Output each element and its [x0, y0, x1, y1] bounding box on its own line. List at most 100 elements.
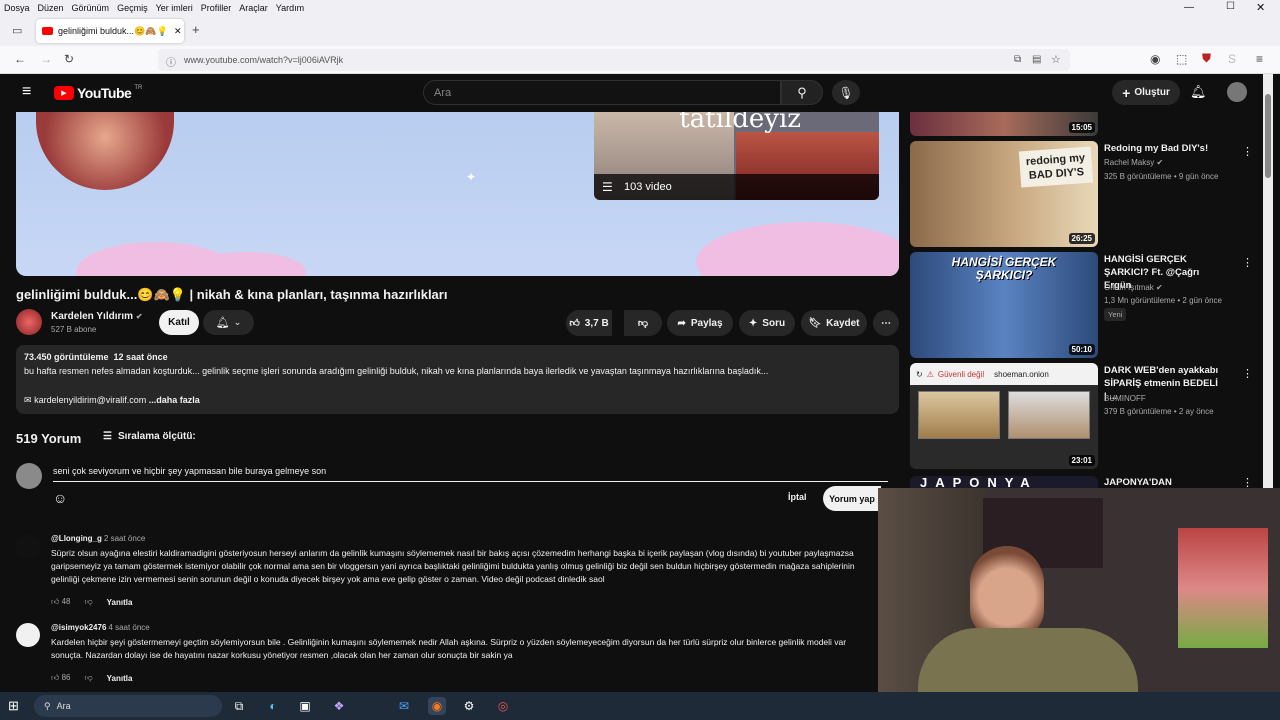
emoji-icon[interactable]: ☺ — [53, 490, 69, 506]
menu-gecmis[interactable]: Geçmiş — [113, 3, 152, 13]
close-tab-icon[interactable]: ✕ — [174, 26, 182, 37]
channel-avatar[interactable] — [16, 309, 42, 335]
close-window-button[interactable]: ✕ — [1252, 1, 1269, 14]
extensions-icon[interactable]: ⬚ — [1176, 52, 1187, 66]
recommended-video[interactable]: redoing my BAD DIY'S 26:25 Redoing my Ba… — [910, 141, 1260, 247]
comment-time[interactable]: 2 saat önce — [104, 534, 145, 543]
channel-name[interactable]: Kardelen Yıldırım ✔ — [51, 311, 143, 322]
bookmark-star-icon[interactable]: ☆ — [1051, 53, 1061, 66]
notifications-bell-icon[interactable]: 🔔︎ — [1190, 84, 1207, 100]
description-email-line: ✉ kardelenyildirim@viralif.com ...daha f… — [24, 395, 200, 406]
video-thumbnail[interactable]: ↻ ⚠ Güvenli değil shoeman.onion 23:01 — [910, 363, 1098, 469]
comment-author[interactable]: @Llonging_g — [51, 534, 102, 543]
video-thumbnail[interactable]: 15:05 — [910, 112, 1098, 136]
taskbar-search[interactable]: ⚲ Ara — [34, 695, 222, 717]
more-vert-icon[interactable]: ⋮ — [1242, 256, 1253, 269]
maximize-button[interactable]: ☐ — [1222, 1, 1239, 12]
save-button[interactable]: 🔖︎ Kaydet — [801, 310, 867, 336]
more-actions-button[interactable]: ⋯ — [873, 310, 899, 336]
tab-active[interactable]: gelinliğimi bulduk...😊🙈💡 | nik ✕ — [36, 19, 184, 43]
extension-s-icon[interactable]: S — [1228, 52, 1236, 66]
comment-avatar[interactable] — [16, 623, 40, 647]
youtube-logo[interactable]: ▶ YouTube TR — [54, 85, 142, 101]
comment-like-button[interactable]: 👍︎ 48 — [51, 597, 71, 607]
share-button[interactable]: ➦ Paylaş — [667, 310, 733, 336]
scrollbar-thumb[interactable] — [1265, 94, 1271, 178]
settings-gear-icon[interactable]: ⚙ — [460, 697, 478, 715]
obs-icon[interactable]: ◎ — [494, 697, 512, 715]
description-box[interactable]: 73.450 görüntüleme 12 saat önce bu hafta… — [16, 345, 899, 414]
recommended-title[interactable]: Redoing my Bad DIY's! — [1104, 142, 1222, 155]
mail-app-icon[interactable]: ✉ — [395, 697, 413, 715]
task-view-icon[interactable]: ⧉ — [230, 697, 248, 715]
create-button[interactable]: + Oluştur — [1112, 80, 1180, 105]
video-thumbnail[interactable]: HANGİSİ GERÇEK ŞARKICI? 50:10 — [910, 252, 1098, 358]
site-info-icon[interactable]: ⓘ — [166, 54, 176, 69]
comment-time[interactable]: 4 saat önce — [108, 623, 149, 632]
menu-gorunum[interactable]: Görünüm — [68, 3, 114, 13]
edge-icon[interactable]: ◐ — [264, 697, 282, 715]
youtube-favicon-icon — [42, 27, 53, 35]
video-thumbnail[interactable]: redoing my BAD DIY'S 26:25 — [910, 141, 1098, 247]
cancel-comment-button[interactable]: İptal — [788, 492, 807, 502]
new-tab-button[interactable]: + — [192, 22, 200, 37]
ublock-icon[interactable]: ⛊ — [1202, 51, 1211, 66]
reader-icon[interactable]: ▤ — [1032, 54, 1041, 65]
hamburger-menu-icon[interactable]: ≡ — [22, 83, 31, 101]
recommended-channel[interactable]: BUMINOFF — [1104, 394, 1146, 403]
sort-button[interactable]: ☰ Sıralama ölçütü: — [103, 431, 196, 442]
more-vert-icon[interactable]: ⋮ — [1242, 367, 1253, 380]
search-button[interactable]: ⚲ — [781, 80, 823, 105]
comment-like-button[interactable]: 👍︎ 86 — [51, 673, 71, 683]
voice-search-button[interactable]: 🎙 — [832, 80, 860, 105]
ask-button[interactable]: ✦ Soru — [739, 310, 795, 336]
end-card-playlist[interactable]: tatildeyiz ☰ 103 video — [594, 112, 879, 200]
recommended-meta: 1,3 Mn görüntüleme • 2 gün önce — [1104, 296, 1222, 305]
submit-comment-button[interactable]: Yorum yap — [823, 486, 881, 511]
picture-in-picture-icon[interactable]: ⧉ — [1014, 54, 1021, 65]
windows-start-icon[interactable]: ⊞ — [8, 698, 19, 714]
show-more-link[interactable]: ...daha fazla — [149, 395, 200, 405]
subscription-bell-button[interactable]: 🔔︎ ⌄ — [203, 310, 254, 335]
comment-author[interactable]: @isimyok2476 — [51, 623, 106, 632]
recommended-channel[interactable]: Rachel Maksy ✔ — [1104, 158, 1163, 167]
more-vert-icon[interactable]: ⋮ — [1242, 145, 1253, 158]
menu-yer-imleri[interactable]: Yer imleri — [152, 3, 197, 13]
forward-icon[interactable]: → — [40, 52, 52, 66]
dislike-button[interactable]: 👎︎ — [624, 310, 662, 336]
recommended-channel[interactable]: Orkun Işıtmak ✔ — [1104, 283, 1163, 292]
comment-avatar[interactable] — [16, 534, 40, 558]
reload-icon[interactable]: ↻ — [64, 52, 74, 66]
more-horizontal-icon: ⋯ — [881, 317, 891, 329]
reply-button[interactable]: Yanıtla — [107, 598, 133, 607]
recommended-video[interactable]: 15:05 — [910, 112, 1260, 138]
new-badge: Yeni — [1104, 308, 1127, 321]
comment-dislike-button[interactable]: 👎︎ — [85, 597, 93, 607]
thumbnail-caption: HANGİSİ GERÇEK ŞARKICI? — [951, 255, 1057, 282]
menu-araclar[interactable]: Araçlar — [235, 3, 272, 13]
recommended-video[interactable]: ↻ ⚠ Güvenli değil shoeman.onion 23:01 DA… — [910, 363, 1260, 469]
user-avatar[interactable] — [1227, 82, 1247, 102]
like-button[interactable]: 👍︎ 3,7 B — [566, 310, 612, 336]
join-button[interactable]: Katıl — [159, 310, 199, 335]
account-icon[interactable]: ◉ — [1150, 52, 1160, 66]
app-menu-icon[interactable]: ≡ — [1256, 52, 1263, 66]
copilot-icon[interactable]: ❖ — [330, 697, 348, 715]
wall-poster — [1178, 528, 1268, 648]
comment-input[interactable]: seni çok seviyorum ve hiçbir şey yapmasa… — [53, 466, 888, 482]
comment-dislike-button[interactable]: 👎︎ — [85, 673, 93, 683]
menu-duzen[interactable]: Düzen — [34, 3, 68, 13]
store-icon[interactable]: ▣ — [296, 697, 314, 715]
comment-actions: 👍︎ 86 👎︎ Yanıtla — [51, 673, 132, 683]
address-bar[interactable]: ⓘ www.youtube.com/watch?v=lj006iAVRjk ⧉ … — [158, 49, 1070, 71]
menu-profiller[interactable]: Profiller — [197, 3, 236, 13]
reply-button[interactable]: Yanıtla — [107, 674, 133, 683]
back-icon[interactable]: ← — [14, 52, 26, 66]
firefox-icon[interactable]: ◉ — [428, 697, 446, 715]
search-input[interactable]: Ara — [423, 80, 781, 105]
tab-list-icon[interactable]: ▭ — [12, 24, 22, 37]
menu-dosya[interactable]: Dosya — [0, 3, 34, 13]
recommended-video[interactable]: HANGİSİ GERÇEK ŞARKICI? 50:10 HANGİSİ GE… — [910, 252, 1260, 358]
menu-yardim[interactable]: Yardım — [272, 3, 308, 13]
minimize-button[interactable]: — — [1180, 2, 1198, 13]
